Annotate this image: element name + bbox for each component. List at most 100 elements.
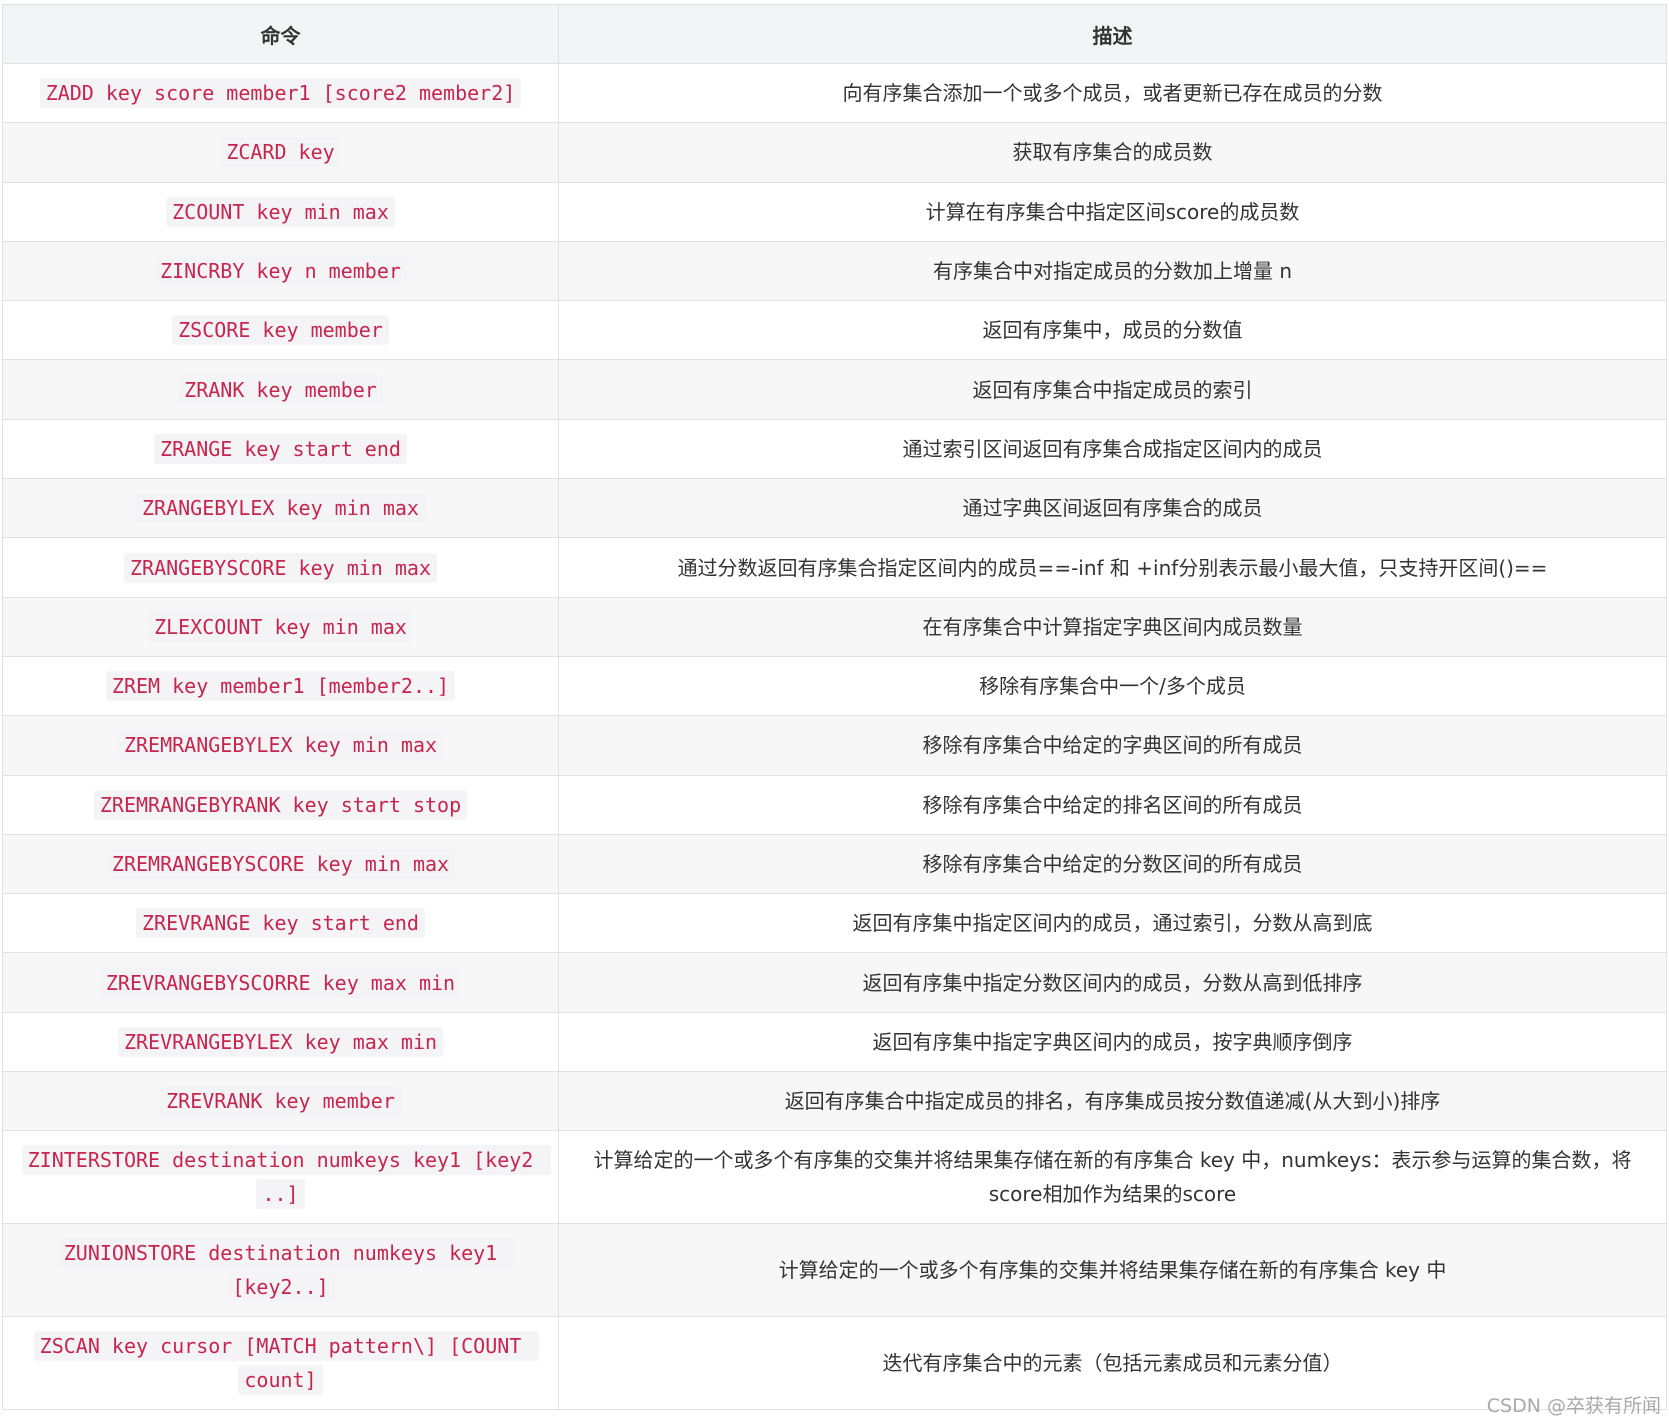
description-cell: 计算给定的一个或多个有序集的交集并将结果集存储在新的有序集合 key 中，num… <box>558 1130 1667 1225</box>
command-code: ZINTERSTORE destination numkeys key1 [ke… <box>21 1145 552 1210</box>
command-cell: ZADD key score member1 [score2 member2] <box>2 62 559 124</box>
command-cell: ZREMRANGEBYSCORE key min max <box>2 833 559 895</box>
command-code: ZSCAN key cursor [MATCH pattern\] [COUNT… <box>33 1331 540 1396</box>
command-cell: ZRANGEBYLEX key min max <box>2 478 559 539</box>
command-cell: ZREMRANGEBYRANK key start stop <box>2 774 559 835</box>
description-text: 移除有序集合中给定的字典区间的所有成员 <box>922 733 1303 758</box>
command-cell: ZLEXCOUNT key min max <box>2 596 559 657</box>
description-cell: 移除有序集合中一个/多个成员 <box>558 655 1667 717</box>
command-cell: ZREVRANGEBYSCORRE key max min <box>2 952 559 1013</box>
table-row: ZRANK key member 返回有序集合中指定成员的索引 <box>2 359 1667 420</box>
table-row: ZRANGE key start end 通过索引区间返回有序集合成指定区间内的成… <box>2 418 1667 480</box>
command-code: ZCARD key <box>220 137 341 168</box>
description-cell: 移除有序集合中给定的排名区间的所有成员 <box>558 774 1667 835</box>
table-row: ZREMRANGEBYRANK key start stop 移除有序集合中给定的… <box>2 774 1667 835</box>
command-code: ZRANK key member <box>178 374 383 405</box>
command-code: ZREM key member1 [member2..] <box>105 671 456 702</box>
table-row: ZREM key member1 [member2..] 移除有序集合中一个/多个… <box>2 655 1667 717</box>
description-cell: 通过索引区间返回有序集合成指定区间内的成员 <box>558 418 1667 480</box>
command-cell: ZSCAN key cursor [MATCH pattern\] [COUNT… <box>2 1316 559 1411</box>
command-code: ZRANGE key start end <box>154 433 407 464</box>
description-text: 返回有序集合中指定成员的排名，有序集成员按分数值递减(从大到小)排序 <box>784 1089 1441 1114</box>
description-cell: 通过分数返回有序集合指定区间内的成员==-inf 和 +inf分别表示最小最大值… <box>558 537 1667 598</box>
table-row: ZCARD key 获取有序集合的成员数 <box>2 122 1667 183</box>
command-cell: ZREM key member1 [member2..] <box>2 655 559 717</box>
command-code: ZREVRANK key member <box>160 1086 401 1117</box>
command-code: ZUNIONSTORE destination numkeys key1 [ke… <box>57 1238 516 1303</box>
command-code: ZLEXCOUNT key min max <box>148 611 413 642</box>
table-row: ZCOUNT key min max 计算在有序集合中指定区间score的成员数 <box>2 181 1667 242</box>
table-row: ZSCAN key cursor [MATCH pattern\] [COUNT… <box>2 1316 1667 1411</box>
command-cell: ZREMRANGEBYLEX key min max <box>2 715 559 776</box>
command-cell: ZRANGEBYSCORE key min max <box>2 537 559 598</box>
description-text: 返回有序集中指定区间内的成员，通过索引，分数从高到底 <box>852 911 1373 936</box>
command-table: 命令 描述 ZADD key score member1 [score2 mem… <box>2 4 1667 1411</box>
description-cell: 移除有序集合中给定的分数区间的所有成员 <box>558 833 1667 895</box>
command-code: ZREMRANGEBYRANK key start stop <box>93 789 468 820</box>
command-code: ZCOUNT key min max <box>166 196 395 227</box>
table-row: ZREVRANGE key start end 返回有序集中指定区间内的成员，通过… <box>2 893 1667 954</box>
description-text: 获取有序集合的成员数 <box>1012 140 1213 165</box>
command-cell: ZRANK key member <box>2 359 559 420</box>
table-row: ZINCRBY key n member 有序集合中对指定成员的分数加上增量 n <box>2 240 1667 302</box>
command-code: ZREMRANGEBYSCORE key min max <box>105 849 456 879</box>
description-text: 迭代有序集合中的元素（包括元素成员和元素分值） <box>882 1351 1343 1376</box>
command-cell: ZUNIONSTORE destination numkeys key1 [ke… <box>2 1223 559 1318</box>
command-cell: ZCARD key <box>2 122 559 183</box>
description-text: 计算给定的一个或多个有序集的交集并将结果集存储在新的有序集合 key 中 <box>778 1258 1447 1283</box>
description-text: 通过字典区间返回有序集合的成员 <box>962 496 1263 521</box>
description-text: 通过分数返回有序集合指定区间内的成员==-inf 和 +inf分别表示最小最大值… <box>677 555 1548 580</box>
command-cell: ZREVRANGEBYLEX key max min <box>2 1011 559 1073</box>
description-cell: 有序集合中对指定成员的分数加上增量 n <box>558 240 1667 302</box>
description-cell: 向有序集合添加一个或多个成员，或者更新已存在成员的分数 <box>558 62 1667 124</box>
description-text: 通过索引区间返回有序集合成指定区间内的成员 <box>902 436 1323 461</box>
command-code: ZINCRBY key n member <box>154 256 407 287</box>
description-text: 返回有序集合中指定成员的索引 <box>972 377 1253 402</box>
table-row: ZUNIONSTORE destination numkeys key1 [ke… <box>2 1223 1667 1318</box>
description-text: 有序集合中对指定成员的分数加上增量 n <box>932 259 1293 284</box>
description-cell: 返回有序集中，成员的分数值 <box>558 300 1667 361</box>
description-text: 返回有序集中指定分数区间内的成员，分数从高到低排序 <box>862 970 1363 995</box>
table-row: ZADD key score member1 [score2 member2] 向… <box>2 62 1667 124</box>
description-cell: 在有序集合中计算指定字典区间内成员数量 <box>558 596 1667 657</box>
command-cell: ZREVRANGE key start end <box>2 893 559 954</box>
description-text: 移除有序集合中给定的排名区间的所有成员 <box>922 792 1303 817</box>
command-cell: ZSCORE key member <box>2 300 559 361</box>
description-text: 计算给定的一个或多个有序集的交集并将结果集存储在新的有序集合 key 中，num… <box>593 1148 1632 1207</box>
command-cell: ZINTERSTORE destination numkeys key1 [ke… <box>2 1130 559 1225</box>
table-row: ZREVRANK key member 返回有序集合中指定成员的排名，有序集成员按… <box>2 1071 1667 1132</box>
command-code: ZREMRANGEBYLEX key min max <box>117 730 444 761</box>
command-cell: ZINCRBY key n member <box>2 240 559 302</box>
description-cell: 返回有序集中指定分数区间内的成员，分数从高到低排序 <box>558 952 1667 1013</box>
description-text: 返回有序集中指定字典区间内的成员，按字典顺序倒序 <box>872 1029 1353 1054</box>
table-row: ZRANGEBYLEX key min max 通过字典区间返回有序集合的成员 <box>2 478 1667 539</box>
description-cell: 返回有序集合中指定成员的索引 <box>558 359 1667 420</box>
watermark: CSDN @卒获有所闻 <box>1486 1395 1661 1417</box>
description-text: 返回有序集中，成员的分数值 <box>982 318 1243 343</box>
command-cell: ZREVRANK key member <box>2 1071 559 1132</box>
description-cell: 返回有序集中指定字典区间内的成员，按字典顺序倒序 <box>558 1011 1667 1073</box>
command-code: ZREVRANGEBYSCORRE key max min <box>99 967 462 998</box>
description-text: 移除有序集合中一个/多个成员 <box>979 674 1246 699</box>
table-row: ZREMRANGEBYSCORE key min max 移除有序集合中给定的分数… <box>2 833 1667 895</box>
description-text: 向有序集合添加一个或多个成员，或者更新已存在成员的分数 <box>842 81 1383 106</box>
command-code: ZRANGEBYLEX key min max <box>136 493 425 524</box>
description-cell: 返回有序集合中指定成员的排名，有序集成员按分数值递减(从大到小)排序 <box>558 1071 1667 1132</box>
description-text: 计算在有序集合中指定区间score的成员数 <box>925 199 1300 224</box>
header-description: 描述 <box>558 4 1667 64</box>
command-code: ZREVRANGE key start end <box>136 908 425 939</box>
description-cell: 获取有序集合的成员数 <box>558 122 1667 183</box>
description-cell: 通过字典区间返回有序集合的成员 <box>558 478 1667 539</box>
description-cell: 返回有序集中指定区间内的成员，通过索引，分数从高到底 <box>558 893 1667 954</box>
description-cell: 计算给定的一个或多个有序集的交集并将结果集存储在新的有序集合 key 中 <box>558 1223 1667 1318</box>
command-code: ZRANGEBYSCORE key min max <box>123 552 438 583</box>
table-header-row: 命令 描述 <box>2 4 1667 64</box>
header-command: 命令 <box>2 4 559 64</box>
description-cell: 移除有序集合中给定的字典区间的所有成员 <box>558 715 1667 776</box>
table-row: ZREVRANGEBYSCORRE key max min 返回有序集中指定分数区… <box>2 952 1667 1013</box>
table-row: ZSCORE key member 返回有序集中，成员的分数值 <box>2 300 1667 361</box>
command-cell: ZRANGE key start end <box>2 418 559 480</box>
command-code: ZREVRANGEBYLEX key max min <box>117 1026 444 1057</box>
table-row: ZREMRANGEBYLEX key min max 移除有序集合中给定的字典区间… <box>2 715 1667 776</box>
command-code: ZSCORE key member <box>172 315 389 346</box>
